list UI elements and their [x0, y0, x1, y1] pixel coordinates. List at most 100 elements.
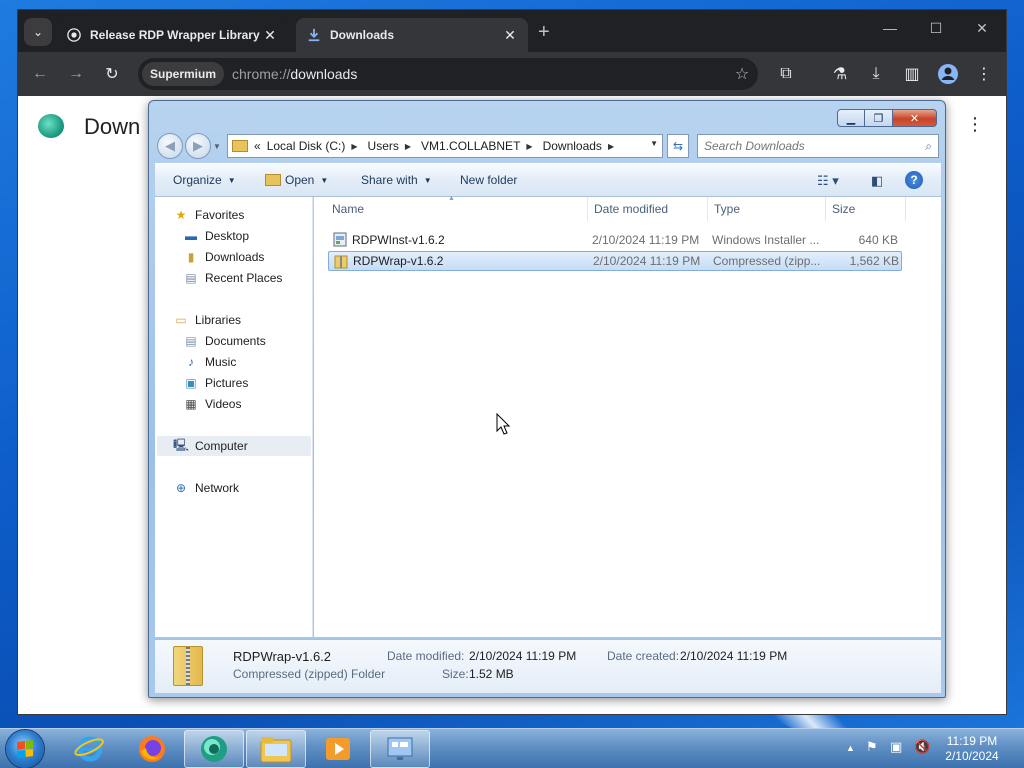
open-label: Open — [285, 173, 315, 187]
back-icon[interactable]: ◀ — [157, 133, 183, 159]
nav-libraries[interactable]: ▭ Libraries — [173, 310, 241, 330]
nav-label: Pictures — [205, 376, 249, 390]
close-button[interactable]: ✕ — [893, 109, 937, 127]
nav-label: Computer — [195, 439, 248, 453]
site-chip[interactable]: Supermium — [142, 62, 225, 86]
extensions-puzzle-icon[interactable]: ⧉ — [774, 62, 798, 86]
taskbar-firefox[interactable] — [122, 730, 182, 768]
taskbar-supermium[interactable] — [184, 730, 244, 768]
file-explorer-folder-icon — [260, 737, 292, 763]
action-center-flag-icon[interactable]: ⚑ — [866, 739, 878, 755]
nav-downloads[interactable]: ▮ Downloads — [183, 247, 265, 267]
search-box[interactable]: ⌕ — [697, 134, 939, 158]
clock[interactable]: 11:19 PM 2/10/2024 — [940, 734, 1004, 764]
network-tray-icon[interactable]: ▣ — [890, 739, 902, 755]
organize-button[interactable]: Organize ▼ — [173, 173, 236, 187]
taskbar-internet-explorer[interactable] — [60, 730, 120, 768]
nav-videos[interactable]: ▦ Videos — [183, 394, 241, 414]
nav-pictures[interactable]: ▣ Pictures — [183, 373, 248, 393]
close-window-icon[interactable]: ✕ — [970, 20, 994, 37]
breadcrumb-arrow-icon[interactable]: ▶ — [526, 142, 532, 151]
nav-desktop[interactable]: ▬ Desktop — [183, 226, 249, 246]
nav-documents[interactable]: ▤ Documents — [183, 331, 265, 351]
open-folder-icon — [265, 174, 281, 186]
download-icon — [306, 27, 322, 43]
taskbar-file-explorer[interactable] — [246, 730, 306, 768]
forward-arrow-icon[interactable]: → — [64, 62, 88, 86]
bookmark-star-icon[interactable]: ☆ — [732, 64, 752, 84]
page-menu-icon[interactable]: ⋮ — [966, 114, 984, 135]
share-with-button[interactable]: Share with ▼ — [361, 173, 432, 187]
tab-release-rdp-wrapper[interactable]: Release RDP Wrapper Library v ✕ — [56, 18, 288, 52]
folder-icon — [232, 140, 248, 152]
zip-folder-icon — [334, 254, 348, 269]
open-button[interactable]: Open ▼ — [265, 173, 328, 187]
new-folder-button[interactable]: New folder — [460, 173, 517, 187]
breadcrumb-user-folder[interactable]: VM1.COLLABNET — [421, 139, 520, 153]
details-date-modified: 2/10/2024 11:19 PM — [469, 649, 577, 663]
file-date: 2/10/2024 11:19 PM — [592, 233, 700, 247]
search-icon[interactable]: ⌕ — [925, 139, 932, 154]
details-size: 1.52 MB — [469, 667, 514, 681]
nav-network[interactable]: ⊕ Network — [173, 478, 239, 498]
desktop-icon: ▬ — [185, 229, 197, 243]
file-date: 2/10/2024 11:19 PM — [593, 254, 701, 268]
nav-recent-places[interactable]: ▤ Recent Places — [183, 268, 282, 288]
profile-avatar-icon[interactable] — [936, 62, 960, 86]
tab-search-chevron-icon[interactable]: ⌄ — [24, 18, 52, 46]
breadcrumb-overflow[interactable]: « — [254, 139, 261, 153]
new-tab-plus-icon[interactable]: + — [538, 22, 550, 42]
refresh-icon[interactable]: ⇆ — [667, 134, 689, 158]
column-header-name[interactable]: Name — [326, 197, 588, 221]
breadcrumb-arrow-icon[interactable]: ▶ — [351, 142, 357, 151]
close-tab-icon[interactable]: ✕ — [502, 27, 518, 44]
restore-button[interactable]: ❐ — [865, 109, 893, 127]
breadcrumb-users[interactable]: Users — [368, 139, 399, 153]
nav-favorites[interactable]: ★ Favorites — [173, 205, 245, 225]
minimize-button[interactable]: ▁ — [837, 109, 865, 127]
recent-pages-dropdown-icon[interactable]: ▼ — [213, 133, 223, 159]
taskbar-remote-app[interactable] — [370, 730, 430, 768]
media-player-icon — [326, 738, 350, 760]
start-button[interactable] — [6, 730, 44, 768]
chrome-menu-icon[interactable]: ⋮ — [972, 62, 996, 86]
file-name: RDPWrap-v1.6.2 — [353, 254, 444, 268]
back-arrow-icon[interactable]: ← — [28, 62, 52, 86]
address-breadcrumb[interactable]: « Local Disk (C:) ▶ Users ▶ VM1.COLLABNE… — [227, 134, 663, 158]
tab-downloads[interactable]: Downloads ✕ — [296, 18, 528, 52]
address-bar[interactable]: Supermium chrome://downloads ☆ — [138, 58, 758, 90]
nav-label: Downloads — [205, 250, 265, 264]
nav-computer[interactable]: 🖳 Computer — [157, 436, 311, 456]
help-icon[interactable]: ? — [905, 171, 923, 189]
remote-desktop-icon — [387, 737, 413, 760]
taskbar-media-player[interactable] — [308, 730, 368, 768]
show-hidden-icons-icon[interactable]: ▲ — [846, 743, 855, 753]
reload-icon[interactable]: ↻ — [100, 62, 124, 86]
maximize-icon[interactable]: ☐ — [924, 20, 948, 37]
table-row[interactable]: RDPWrap-v1.6.2 2/10/2024 11:19 PM Compress… — [328, 251, 902, 271]
nav-label: Recent Places — [205, 271, 283, 285]
details-date-modified-label: Date modified: — [387, 649, 465, 663]
labs-flask-icon[interactable]: ⚗ — [828, 62, 852, 86]
column-header-type[interactable]: Type — [708, 197, 826, 221]
forward-icon[interactable]: ▶ — [185, 133, 211, 159]
minimize-icon[interactable]: — — [878, 20, 902, 36]
column-header-date-modified[interactable]: Date modified — [588, 197, 708, 221]
breadcrumb-arrow-icon[interactable]: ▶ — [608, 142, 614, 151]
downloads-icon[interactable]: ⤓ — [864, 62, 888, 86]
address-dropdown-icon[interactable]: ▼ — [650, 139, 658, 148]
table-row[interactable]: RDPWInst-v1.6.2 2/10/2024 11:19 PM Windows… — [328, 230, 902, 250]
side-panel-icon[interactable]: ▥ — [900, 62, 924, 86]
details-pane: RDPWrap-v1.6.2 Compressed (zipped) Folde… — [155, 639, 941, 693]
volume-muted-icon[interactable]: 🔇 — [914, 739, 930, 755]
view-options-icon[interactable]: ☷ ▾ — [817, 173, 839, 189]
breadcrumb-local-disk[interactable]: Local Disk (C:) — [267, 139, 346, 153]
breadcrumb-downloads[interactable]: Downloads — [543, 139, 602, 153]
search-input[interactable] — [704, 139, 926, 153]
details-date-created: 2/10/2024 11:19 PM — [680, 649, 788, 663]
preview-pane-icon[interactable]: ◧ — [871, 173, 883, 189]
column-header-size[interactable]: Size — [826, 197, 906, 221]
nav-music[interactable]: ♪ Music — [183, 352, 236, 372]
breadcrumb-arrow-icon[interactable]: ▶ — [405, 142, 411, 151]
close-tab-icon[interactable]: ✕ — [262, 27, 278, 44]
